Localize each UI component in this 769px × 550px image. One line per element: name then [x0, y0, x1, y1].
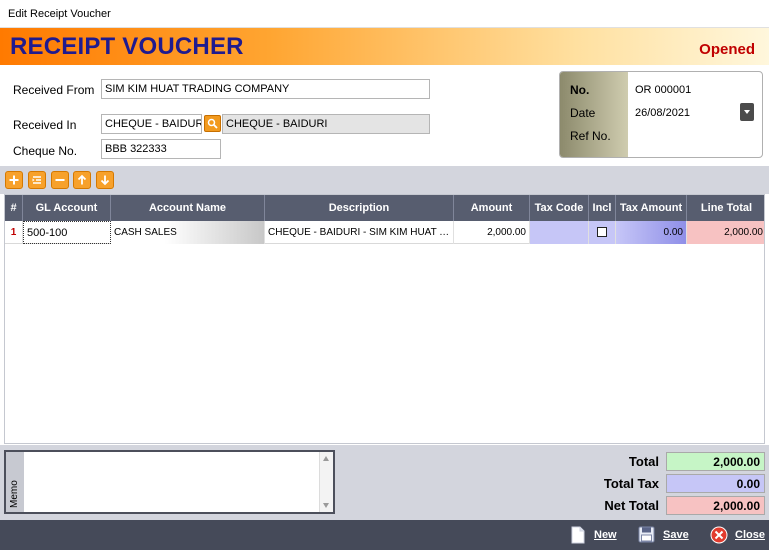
- grid-header: # GL Account Account Name Description Am…: [5, 195, 764, 221]
- chevron-down-icon[interactable]: [740, 103, 754, 121]
- action-bar: New Save Close: [0, 520, 769, 550]
- voucher-title: RECEIPT VOUCHER: [10, 33, 244, 60]
- scroll-down-icon[interactable]: [323, 503, 329, 508]
- memo-input[interactable]: [26, 454, 318, 510]
- received-in-input[interactable]: CHEQUE - BAIDURI: [101, 114, 202, 134]
- tax-code-cell[interactable]: [530, 221, 589, 244]
- column-header-description[interactable]: Description: [265, 195, 454, 221]
- ref-no-input[interactable]: [635, 130, 755, 146]
- gl-account-cell[interactable]: 500-100: [23, 221, 111, 244]
- save-button-label: Save: [663, 529, 689, 541]
- line-total-cell[interactable]: 2,000.00: [687, 221, 764, 244]
- total-value: 2,000.00: [666, 452, 765, 471]
- footer-summary: Memo Total 2,000.00 Total Tax 0.00 Net T…: [0, 445, 769, 520]
- incl-cell[interactable]: [589, 221, 616, 244]
- doc-no-value: OR 000001: [635, 84, 692, 96]
- search-icon[interactable]: [204, 115, 221, 132]
- scroll-up-icon[interactable]: [323, 456, 329, 461]
- total-tax-value: 0.00: [666, 474, 765, 493]
- memo-label-strip: Memo: [6, 452, 24, 512]
- close-button[interactable]: Close: [710, 526, 766, 544]
- net-total-label: Net Total: [604, 498, 659, 513]
- memo-scrollbar[interactable]: [319, 452, 333, 512]
- column-header-amount[interactable]: Amount: [454, 195, 530, 221]
- add-row-icon[interactable]: [5, 171, 23, 189]
- column-header-index[interactable]: #: [5, 195, 23, 221]
- status-badge: Opened: [699, 41, 755, 58]
- window-title: Edit Receipt Voucher: [8, 8, 111, 20]
- column-header-incl[interactable]: Incl: [589, 195, 616, 221]
- amount-cell[interactable]: 2,000.00: [454, 221, 530, 244]
- memo-label: Memo: [9, 480, 20, 508]
- incl-checkbox[interactable]: [597, 227, 607, 237]
- account-name-cell[interactable]: CASH SALES: [111, 221, 265, 244]
- received-from-label: Received From: [13, 83, 95, 97]
- doc-date-label: Date: [570, 106, 596, 120]
- move-up-icon[interactable]: [73, 171, 91, 189]
- doc-no-label: No.: [570, 83, 590, 97]
- column-header-line-total[interactable]: Line Total: [687, 195, 764, 221]
- received-in-name-field: CHEQUE - BAIDURI: [222, 114, 430, 134]
- total-label: Total: [628, 454, 659, 469]
- total-tax-label: Total Tax: [603, 476, 659, 491]
- cheque-no-input[interactable]: BBB 322333: [101, 139, 221, 159]
- net-total-value: 2,000.00: [666, 496, 765, 515]
- new-button[interactable]: New: [570, 526, 620, 544]
- received-in-label: Received In: [13, 118, 77, 132]
- save-icon: [638, 526, 655, 543]
- delete-row-icon[interactable]: [51, 171, 69, 189]
- voucher-banner: RECEIPT VOUCHER Opened: [0, 28, 769, 65]
- received-from-input[interactable]: SIM KIM HUAT TRADING COMPANY: [101, 79, 430, 99]
- move-down-icon[interactable]: [96, 171, 114, 189]
- description-cell[interactable]: CHEQUE - BAIDURI - SIM KIM HUAT TRADING …: [265, 221, 454, 244]
- column-header-account-name[interactable]: Account Name: [111, 195, 265, 221]
- new-document-icon: [571, 526, 585, 544]
- close-icon: [710, 526, 728, 544]
- column-header-tax-amount[interactable]: Tax Amount: [616, 195, 687, 221]
- save-button[interactable]: Save: [638, 526, 692, 544]
- row-toolbar: [0, 166, 769, 194]
- doc-ref-label: Ref No.: [570, 129, 611, 143]
- memo-box: Memo: [4, 450, 335, 514]
- column-header-tax-code[interactable]: Tax Code: [530, 195, 589, 221]
- new-button-label: New: [594, 529, 617, 541]
- document-info-panel: No. OR 000001 Date 26/08/2021 Ref No.: [559, 71, 763, 158]
- cheque-no-label: Cheque No.: [13, 144, 78, 158]
- voucher-header: Received From SIM KIM HUAT TRADING COMPA…: [0, 65, 769, 166]
- date-input[interactable]: 26/08/2021: [635, 107, 690, 119]
- window-title-bar: Edit Receipt Voucher: [0, 0, 769, 28]
- column-header-gl-account[interactable]: GL Account: [23, 195, 111, 221]
- row-index: 1: [5, 221, 23, 244]
- voucher-lines-grid[interactable]: # GL Account Account Name Description Am…: [4, 194, 765, 444]
- tax-amount-cell[interactable]: 0.00: [616, 221, 687, 244]
- close-button-label: Close: [735, 529, 765, 541]
- table-row[interactable]: 1 500-100 CASH SALES CHEQUE - BAIDURI - …: [5, 221, 764, 244]
- insert-row-icon[interactable]: [28, 171, 46, 189]
